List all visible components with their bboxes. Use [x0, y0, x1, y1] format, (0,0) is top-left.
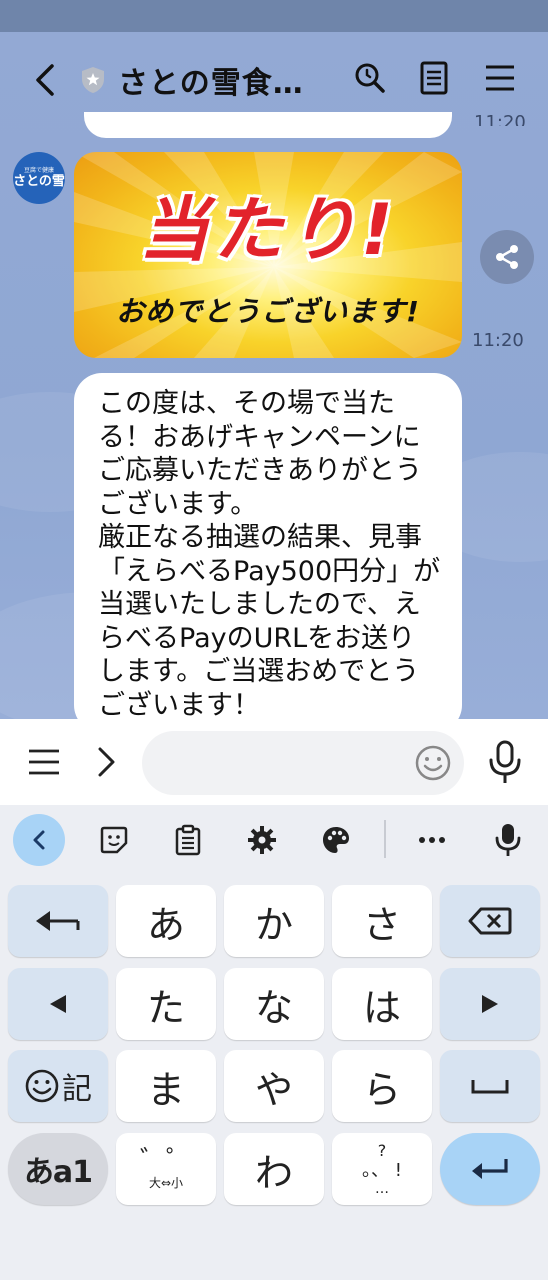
chevron-left-icon	[33, 830, 45, 850]
dakuten-key-bottom: 大⇔小	[148, 1176, 184, 1190]
notes-icon	[420, 61, 448, 95]
text-message-body: この度は、その場で当たる！おあげキャンペーンにご応募いただきありがとうございます…	[98, 388, 441, 721]
toolbar-divider	[384, 820, 386, 858]
key-ya[interactable]: や	[224, 1050, 324, 1122]
input-mode-key[interactable]: あa1	[8, 1133, 108, 1205]
keyboard-collapse-button[interactable]	[13, 814, 65, 866]
previous-message-bubble	[84, 112, 452, 138]
keyboard-voice-button[interactable]	[482, 814, 534, 866]
theme-button[interactable]	[310, 814, 362, 866]
more-menu-button[interactable]	[22, 740, 66, 784]
sticker-button[interactable]	[88, 814, 140, 866]
left-arrow-icon	[50, 995, 66, 1013]
expand-button[interactable]	[84, 740, 128, 784]
gear-icon	[248, 826, 276, 854]
emoji-symbol-key[interactable]: 記	[8, 1050, 108, 1122]
punctuation-key[interactable]: ? 。、 ! …	[332, 1133, 432, 1205]
back-button[interactable]	[30, 60, 60, 100]
mic-icon	[489, 740, 521, 783]
palette-icon	[323, 827, 349, 853]
share-icon	[496, 245, 518, 269]
avatar-logo-text: さとの雪	[13, 174, 65, 189]
key-na[interactable]: な	[224, 968, 324, 1040]
key-ta-label: た	[146, 985, 185, 1030]
key-ha-label: は	[362, 985, 401, 1030]
previous-message-time: 11:20	[474, 112, 526, 126]
settings-button[interactable]	[236, 814, 288, 866]
key-ka[interactable]: か	[224, 885, 324, 957]
enter-key[interactable]	[440, 1133, 540, 1205]
image-message-time: 11:20	[472, 330, 524, 351]
menu-icon	[486, 65, 514, 91]
text-message-bubble[interactable]: この度は、その場で当たる！おあげキャンペーンにご応募いただきありがとうございます…	[74, 373, 462, 733]
dakuten-key-top: ゛゜	[139, 1146, 192, 1176]
key-ra-label: ら	[362, 1067, 401, 1112]
key-sa[interactable]: さ	[332, 885, 432, 957]
key-sa-label: さ	[362, 902, 401, 947]
share-button[interactable]	[480, 230, 534, 284]
hamburger-icon	[29, 749, 59, 775]
emoji-icon	[25, 1069, 59, 1103]
undo-key[interactable]	[8, 885, 108, 957]
space-icon	[471, 1080, 509, 1094]
backspace-key[interactable]	[440, 885, 540, 957]
backspace-icon	[468, 907, 512, 935]
key-ha[interactable]: は	[332, 968, 432, 1040]
key-ta[interactable]: た	[116, 968, 216, 1040]
key-a-label: あ	[146, 902, 185, 947]
clipboard-icon	[175, 824, 201, 856]
space-key[interactable]	[440, 1050, 540, 1122]
input-mode-label: あa1	[23, 1155, 93, 1190]
cursor-left-key[interactable]	[8, 968, 108, 1040]
key-ra[interactable]: ら	[332, 1050, 432, 1122]
menu-button[interactable]	[480, 58, 520, 98]
cursor-right-key[interactable]	[440, 968, 540, 1040]
key-a[interactable]: あ	[116, 885, 216, 957]
image-message[interactable]: 当たり! おめでとうございます!	[74, 152, 462, 358]
undo-icon	[36, 911, 80, 931]
chat-title[interactable]: さとの雪食…	[118, 58, 304, 102]
emoji-button[interactable]	[412, 742, 454, 784]
emoji-icon	[415, 745, 451, 781]
more-icon	[419, 837, 445, 843]
punctuation-key-middle: 。、 !	[362, 1160, 402, 1181]
status-bar	[0, 0, 548, 32]
search-button[interactable]	[350, 58, 390, 98]
atari-headline: 当たり!	[139, 189, 397, 271]
key-wa[interactable]: わ	[224, 1133, 324, 1205]
right-arrow-icon	[482, 995, 498, 1013]
shield-icon	[80, 66, 106, 94]
dakuten-key[interactable]: ゛゜ 大⇔小	[116, 1133, 216, 1205]
key-ma-label: ま	[146, 1067, 185, 1112]
key-ka-label: か	[254, 902, 293, 947]
key-na-label: な	[254, 985, 293, 1030]
more-options-button[interactable]	[406, 814, 458, 866]
chevron-right-icon	[98, 747, 115, 777]
key-ma[interactable]: ま	[116, 1050, 216, 1122]
key-ya-label: や	[254, 1067, 293, 1112]
voice-input-button[interactable]	[484, 738, 526, 786]
search-icon	[355, 63, 385, 93]
back-icon	[36, 64, 54, 96]
notes-button[interactable]	[414, 58, 454, 98]
avatar-small-text: 豆腐で健康	[23, 167, 54, 174]
clipboard-button[interactable]	[162, 814, 214, 866]
mic-icon	[495, 824, 521, 856]
punctuation-key-top: ?	[377, 1141, 387, 1160]
keyboard	[0, 805, 548, 1280]
avatar[interactable]: 豆腐で健康 さとの雪	[13, 152, 65, 204]
enter-icon	[472, 1159, 508, 1179]
emoji-key-label: 記	[62, 1072, 92, 1107]
congratulations-text: おめでとうございます!	[116, 295, 420, 328]
sticker-icon	[100, 826, 128, 854]
punctuation-key-bottom: …	[375, 1181, 389, 1197]
key-wa-label: わ	[254, 1150, 293, 1195]
